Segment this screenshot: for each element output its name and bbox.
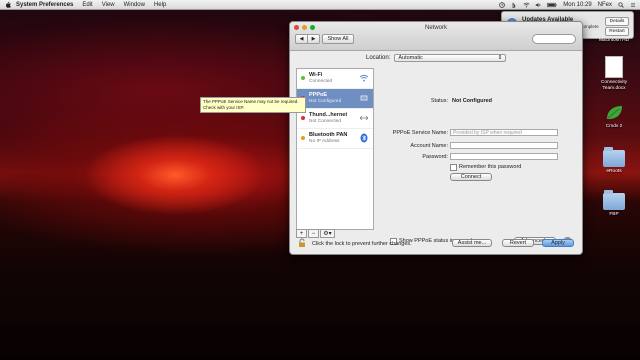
password-label: Password: <box>422 154 448 160</box>
desktop-item-connectivity-doc[interactable]: Connectivity Team.docx <box>592 56 636 91</box>
chevron-left-icon: ◀ <box>299 36 304 42</box>
volume-icon[interactable] <box>535 2 541 8</box>
service-list: Wi-Fi Connected PPPoE Not Configured Thu… <box>296 68 374 230</box>
bluetooth-icon <box>359 133 369 143</box>
leaf-app-icon <box>604 104 624 122</box>
service-name-placeholder: Provided by ISP when required <box>453 129 522 136</box>
service-status: No IP Address <box>309 139 340 144</box>
time-machine-icon[interactable] <box>499 1 506 8</box>
spotlight-icon[interactable] <box>618 1 624 8</box>
document-icon <box>605 56 623 78</box>
menu-window[interactable]: Window <box>124 2 145 8</box>
restart-button[interactable]: Restart <box>605 27 629 36</box>
menu-bar: System Preferences Edit View Window Help… <box>0 0 640 10</box>
apple-menu-icon[interactable] <box>4 1 12 8</box>
connect-button[interactable]: Connect <box>450 173 492 181</box>
menu-user[interactable]: NFex <box>598 2 612 8</box>
bluetooth-icon[interactable] <box>511 2 517 9</box>
desktop-item-label: Connectivity Team.docx <box>600 80 628 91</box>
service-status: Not Configured <box>309 99 342 104</box>
service-name: Thund...hernet <box>309 112 348 118</box>
folder-icon <box>603 190 625 210</box>
wifi-icon[interactable] <box>523 2 530 8</box>
account-name-label: Account Name: <box>410 143 448 149</box>
assist-me-button[interactable]: Assist me... <box>452 239 492 247</box>
lock-hint-text: Click the lock to prevent further change… <box>312 241 412 247</box>
remember-password-label: Remember this password <box>459 164 522 170</box>
pppoe-service-name-input[interactable]: Provided by ISP when required <box>450 129 558 136</box>
service-name-tooltip: The PPPoE Service Name may not be requir… <box>200 97 306 113</box>
status-value: Not Configured <box>452 98 493 104</box>
service-item-pppoe[interactable]: PPPoE Not Configured <box>297 89 373 109</box>
status-label: Status: <box>430 98 448 104</box>
service-item-thunderbolt-ethernet[interactable]: Thund...hernet Not Connected <box>297 109 373 129</box>
password-input[interactable] <box>450 153 558 160</box>
forward-button[interactable]: ▶ <box>308 34 320 44</box>
status-dot-icon <box>301 136 305 140</box>
updown-arrows-icon: ⇕ <box>497 55 503 61</box>
desktop-item-label: Cmdv 2 <box>605 124 623 129</box>
window-titlebar: Network ◀ ▶ Show All <box>290 22 582 51</box>
phone-icon <box>359 93 369 103</box>
desktop-item-label: FBP <box>609 212 619 217</box>
notification-center-icon[interactable] <box>630 2 636 8</box>
location-value: Automatic <box>398 55 423 61</box>
location-select[interactable]: Automatic ⇕ <box>394 54 507 62</box>
wifi-icon <box>359 73 369 83</box>
menu-help[interactable]: Help <box>154 2 166 8</box>
service-name: Wi-Fi <box>309 72 323 78</box>
menu-clock[interactable]: Mon 10:29 <box>563 2 591 8</box>
menu-view[interactable]: View <box>102 2 115 8</box>
chevron-right-icon: ▶ <box>311 36 316 42</box>
status-dot-icon <box>301 76 305 80</box>
remember-password-checkbox[interactable] <box>450 164 457 171</box>
account-name-input[interactable] <box>450 142 558 149</box>
desktop-item-cmdv[interactable]: Cmdv 2 <box>592 104 636 130</box>
desktop-item-eroots[interactable]: eRoots <box>592 147 636 175</box>
service-item-bluetooth-pan[interactable]: Bluetooth PAN No IP Address <box>297 129 373 149</box>
search-input[interactable] <box>532 34 576 44</box>
window-title: Network <box>424 25 447 31</box>
service-name-label: PPPoE Service Name: <box>392 130 448 136</box>
battery-icon[interactable] <box>547 2 557 8</box>
location-label: Location: <box>366 55 391 61</box>
desktop-item-fbp[interactable]: FBP <box>592 190 636 218</box>
window-bottom-bar: Click the lock to prevent further change… <box>290 234 582 254</box>
show-all-button[interactable]: Show All <box>322 34 354 44</box>
back-button[interactable]: ◀ <box>295 34 308 44</box>
pppoe-details-panel: Status: Not Configured PPPoE Service Nam… <box>380 68 576 245</box>
desktop-item-macintosh-hd[interactable]: Macintosh HD <box>592 38 636 44</box>
desktop-item-label: eRoots <box>606 169 622 174</box>
service-status: Connected <box>309 79 333 84</box>
desktop-item-label: Macintosh HD <box>598 38 630 43</box>
service-name: PPPoE <box>309 92 328 98</box>
ethernet-arrows-icon <box>359 113 369 123</box>
network-preferences-window: Network ◀ ▶ Show All Location: Automatic… <box>289 21 583 255</box>
menu-edit[interactable]: Edit <box>82 2 92 8</box>
apply-button[interactable]: Apply <box>542 239 574 247</box>
folder-icon <box>603 147 625 167</box>
details-button[interactable]: Details <box>605 17 629 26</box>
status-dot-icon <box>301 116 305 120</box>
service-status: Not Connected <box>309 119 341 124</box>
lock-icon[interactable] <box>298 238 306 250</box>
service-name: Bluetooth PAN <box>309 132 348 138</box>
revert-button[interactable]: Revert <box>502 239 534 247</box>
service-item-wifi[interactable]: Wi-Fi Connected <box>297 69 373 89</box>
menu-app-name[interactable]: System Preferences <box>16 2 73 8</box>
